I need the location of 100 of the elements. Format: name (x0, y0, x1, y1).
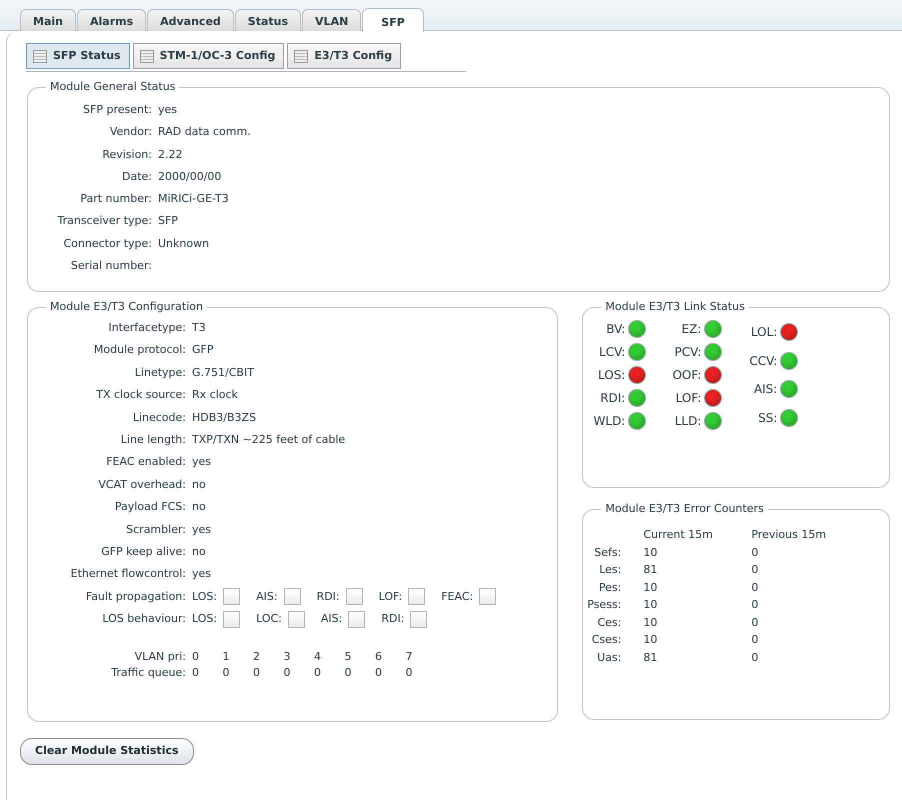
checkbox[interactable] (223, 610, 240, 628)
field-label: Part number: (79, 191, 152, 208)
field-label: Module protocol: (92, 342, 186, 358)
status-label: EZ: (680, 321, 702, 338)
counter-value: 0 (751, 614, 760, 630)
status-label: SS: (757, 410, 778, 428)
field-label: Interfacetype: (107, 320, 186, 336)
field-value: 2000/00/00 (158, 168, 222, 185)
field-value: yes (192, 522, 212, 538)
counter-value: 10 (643, 544, 658, 560)
tab[interactable]: Alarms (76, 9, 146, 31)
status-label: LLD: (674, 413, 702, 430)
counter-label: Psess: (586, 597, 622, 613)
map-value: 0 (284, 664, 292, 681)
map-value: 5 (344, 648, 352, 665)
subtab-button[interactable]: SFP Status (26, 43, 130, 69)
field-value: 2.22 (158, 146, 184, 163)
counter-label: Cses: (590, 632, 622, 648)
subtab-button[interactable]: E3/T3 Config (287, 43, 402, 69)
counter-value: 10 (643, 632, 658, 648)
checkbox[interactable] (410, 610, 428, 628)
field-label: Vendor: (108, 124, 152, 140)
field-label: Payload FCS: (114, 499, 186, 516)
field-value: GFP (192, 342, 214, 358)
counter-label: Pes: (598, 580, 622, 596)
checkbox[interactable] (288, 610, 305, 628)
field-value: Unknown (158, 236, 210, 252)
field-label: Ethernet flowcontrol: (70, 566, 186, 582)
checkbox-label: LOS: (192, 590, 218, 603)
column-header: Current 15m (643, 527, 714, 543)
field-value: G.751/CBIT (192, 364, 255, 381)
field-value: yes (192, 454, 212, 470)
field-label: Connector type: (62, 236, 152, 252)
map-value: 2 (253, 648, 261, 665)
map-value: 0 (192, 648, 200, 665)
field-label: Revision: (101, 146, 152, 163)
status-label: RDI: (599, 390, 626, 407)
counter-value: 10 (643, 580, 658, 596)
counter-value: 0 (751, 632, 760, 648)
field-label: TX clock source: (95, 387, 186, 404)
map-value: 0 (406, 664, 414, 681)
tab[interactable]: SFP (362, 8, 424, 32)
tab[interactable]: VLAN (302, 9, 362, 31)
field-value: no (192, 544, 207, 560)
field-value: T3 (192, 320, 207, 336)
checkbox[interactable] (223, 588, 240, 606)
counter-value: 0 (751, 544, 760, 560)
field-value: no (192, 476, 207, 493)
column-header: Previous 15m (751, 527, 828, 543)
field-label: Scrambler: (125, 522, 186, 538)
field-value: SFP (158, 213, 179, 230)
counter-label: Les: (598, 562, 622, 578)
field-value: yes (192, 566, 212, 582)
checkbox-label: FEAC: (441, 590, 474, 603)
counter-value: 10 (643, 614, 658, 630)
page-icon (140, 50, 154, 62)
map-value: 0 (253, 664, 261, 681)
field-label: Linecode: (132, 410, 186, 426)
status-label: LCV: (598, 344, 626, 361)
subtab-button[interactable]: STM-1/OC-3 Config (132, 43, 284, 69)
field-value: MiRICi-GE-T3 (158, 191, 230, 208)
map-value: 7 (406, 648, 414, 665)
map-value: 0 (375, 664, 383, 681)
counter-value: 81 (643, 650, 658, 666)
field-value: Rx clock (192, 387, 239, 404)
status-label: AIS: (752, 381, 778, 398)
checkbox[interactable] (479, 588, 496, 606)
status-label: BV: (605, 321, 626, 338)
tab[interactable]: Main (20, 9, 76, 31)
map-value: 0 (222, 664, 230, 681)
field-label: Serial number: (70, 258, 152, 274)
checkbox-label: AIS: (256, 590, 278, 603)
field-label: VLAN pri: (134, 648, 186, 665)
counter-label: Sefs: (593, 544, 622, 560)
map-value: 0 (192, 664, 200, 681)
status-label: WLD: (592, 413, 626, 430)
checkbox[interactable] (408, 588, 426, 606)
status-label: CCV: (748, 352, 778, 370)
field-label: Line length: (120, 432, 186, 448)
status-label: LOL: (750, 324, 778, 341)
field-value: yes (158, 102, 178, 118)
field-label: Linetype: (134, 364, 186, 381)
group-title: Module E3/T3 Error Counters (604, 502, 765, 516)
checkbox[interactable] (346, 588, 363, 606)
page-icon (294, 50, 308, 62)
counter-value: 10 (643, 597, 658, 613)
checkbox[interactable] (284, 588, 301, 606)
clear-statistics-button[interactable]: Clear Module Statistics (20, 738, 194, 764)
checkbox[interactable] (348, 610, 366, 628)
checkbox-label: LOF: (378, 590, 402, 603)
counter-value: 0 (751, 580, 760, 596)
group-title: Module General Status (49, 80, 176, 94)
counter-label: Ces: (596, 614, 622, 630)
checkbox-label: LOS: (192, 612, 218, 626)
group-title: Module E3/T3 Link Status (604, 300, 746, 314)
map-value: 0 (344, 664, 352, 681)
map-value: 0 (314, 664, 322, 681)
tab[interactable]: Status (234, 9, 302, 31)
tab[interactable]: Advanced (147, 9, 234, 31)
counter-value: 0 (751, 562, 760, 578)
